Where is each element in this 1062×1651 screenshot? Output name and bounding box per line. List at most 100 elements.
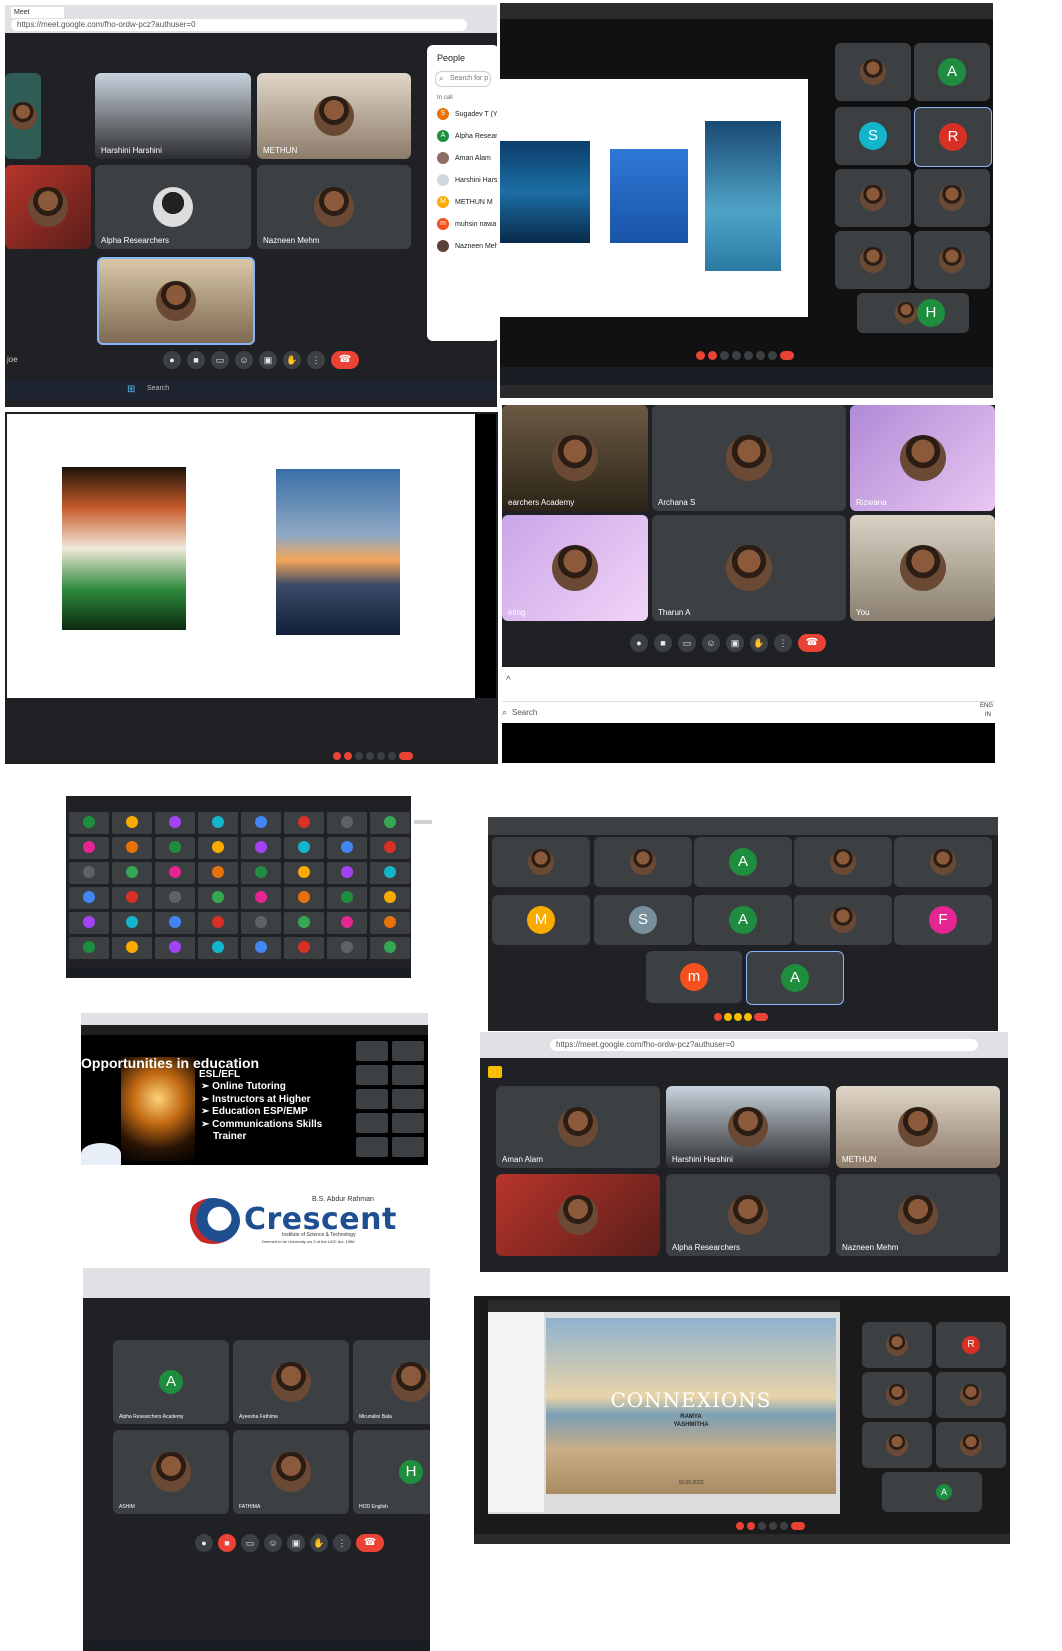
gallery-tile[interactable] bbox=[327, 887, 367, 909]
video-tile[interactable]: A bbox=[694, 895, 792, 945]
gallery-tile[interactable] bbox=[284, 912, 324, 934]
video-tile[interactable]: A bbox=[694, 837, 792, 887]
video-tile[interactable] bbox=[496, 1174, 660, 1256]
gallery-tile[interactable] bbox=[112, 912, 152, 934]
gallery-tile[interactable] bbox=[155, 837, 195, 859]
video-tile[interactable]: Alpha Researchers bbox=[666, 1174, 830, 1256]
gallery-tile[interactable] bbox=[370, 887, 410, 909]
gallery-tile[interactable] bbox=[112, 837, 152, 859]
video-tile[interactable]: Alpha Researchers bbox=[95, 165, 251, 249]
gallery-tile[interactable] bbox=[284, 837, 324, 859]
gallery-tile[interactable] bbox=[241, 862, 281, 884]
gallery-tile[interactable] bbox=[69, 912, 109, 934]
gallery-tile[interactable] bbox=[112, 937, 152, 959]
gallery-tile[interactable] bbox=[370, 912, 410, 934]
video-tile[interactable] bbox=[835, 43, 911, 101]
gallery-tile[interactable] bbox=[241, 812, 281, 834]
address-bar[interactable]: https://meet.google.com/fho-ordw-pcz?aut… bbox=[550, 1039, 978, 1051]
video-tile[interactable] bbox=[794, 895, 892, 945]
end-call-button[interactable]: ☎ bbox=[356, 1534, 384, 1552]
video-tile[interactable]: Aman Alam bbox=[496, 1086, 660, 1168]
gallery-tile[interactable] bbox=[241, 887, 281, 909]
video-tile[interactable] bbox=[5, 73, 41, 159]
emoji-icon[interactable]: ☺ bbox=[235, 351, 253, 369]
present-icon[interactable] bbox=[780, 1522, 788, 1530]
video-tile[interactable]: You bbox=[850, 515, 995, 621]
gallery-tile[interactable] bbox=[241, 937, 281, 959]
gallery-tile[interactable] bbox=[155, 887, 195, 909]
emoji-icon[interactable] bbox=[734, 1013, 742, 1021]
mic-icon[interactable] bbox=[696, 351, 705, 360]
participant-tile[interactable] bbox=[356, 1137, 388, 1157]
video-tile[interactable] bbox=[914, 169, 990, 227]
end-call-button[interactable] bbox=[791, 1522, 805, 1530]
hand-icon[interactable] bbox=[756, 351, 765, 360]
gallery-tile[interactable] bbox=[69, 937, 109, 959]
more-icon[interactable] bbox=[768, 351, 777, 360]
video-tile[interactable]: METHUN bbox=[836, 1086, 1000, 1168]
video-tile[interactable] bbox=[862, 1422, 932, 1468]
gallery-tile[interactable] bbox=[198, 937, 238, 959]
emoji-icon[interactable] bbox=[769, 1522, 777, 1530]
people-list-item[interactable]: M METHUN M bbox=[427, 191, 497, 213]
emoji-icon[interactable] bbox=[744, 1013, 752, 1021]
people-list-item[interactable]: A Alpha Resear bbox=[427, 125, 497, 147]
gallery-tile[interactable] bbox=[370, 862, 410, 884]
gallery-tile[interactable] bbox=[69, 837, 109, 859]
gallery-tile[interactable] bbox=[284, 862, 324, 884]
present-icon[interactable]: ▣ bbox=[726, 634, 744, 652]
gallery-tile[interactable] bbox=[155, 912, 195, 934]
gallery-tile[interactable] bbox=[284, 812, 324, 834]
video-tile[interactable]: A bbox=[914, 43, 990, 101]
hand-icon[interactable]: ✋ bbox=[283, 351, 301, 369]
meet-logo-icon[interactable] bbox=[488, 1066, 502, 1078]
more-icon[interactable] bbox=[388, 752, 396, 760]
taskbar-search[interactable]: Search bbox=[512, 708, 537, 717]
people-search-input[interactable]: ⌕ Search for p bbox=[435, 71, 491, 87]
video-tile[interactable]: Archana S bbox=[652, 405, 846, 511]
video-tile[interactable]: Nazneen Mehm bbox=[257, 165, 411, 249]
end-call-button[interactable] bbox=[399, 752, 413, 760]
video-tile[interactable]: Harshini Harshini bbox=[666, 1086, 830, 1168]
gallery-tile[interactable] bbox=[198, 862, 238, 884]
video-tile[interactable] bbox=[5, 165, 91, 249]
search-icon[interactable]: ⌕ bbox=[502, 707, 507, 718]
captions-icon[interactable] bbox=[355, 752, 363, 760]
address-bar[interactable]: https://meet.google.com/fho-ordw-pcz?aut… bbox=[11, 19, 467, 31]
video-tile[interactable] bbox=[594, 837, 692, 887]
participant-tile[interactable] bbox=[392, 1041, 424, 1061]
video-tile[interactable]: eting bbox=[502, 515, 648, 621]
gallery-tile[interactable] bbox=[284, 937, 324, 959]
video-tile[interactable] bbox=[894, 837, 992, 887]
gallery-tile[interactable] bbox=[112, 887, 152, 909]
gallery-tile[interactable] bbox=[198, 812, 238, 834]
hand-icon[interactable]: ✋ bbox=[310, 1534, 328, 1552]
gallery-tile[interactable] bbox=[198, 912, 238, 934]
language-indicator[interactable]: ENG bbox=[980, 703, 993, 709]
participant-tile[interactable] bbox=[356, 1065, 388, 1085]
video-tile[interactable] bbox=[97, 257, 255, 345]
emoji-icon[interactable] bbox=[724, 1013, 732, 1021]
more-icon[interactable]: ⋮ bbox=[333, 1534, 351, 1552]
gallery-tile[interactable] bbox=[112, 812, 152, 834]
gallery-tile[interactable] bbox=[69, 887, 109, 909]
gallery-tile[interactable] bbox=[327, 937, 367, 959]
heart-icon[interactable] bbox=[714, 1013, 722, 1021]
video-tile[interactable]: H bbox=[857, 293, 969, 333]
video-tile[interactable]: Ayeesha Fathima bbox=[233, 1340, 349, 1424]
gallery-tile[interactable] bbox=[327, 837, 367, 859]
emoji-icon[interactable] bbox=[366, 752, 374, 760]
gallery-tile[interactable] bbox=[112, 862, 152, 884]
gallery-tile[interactable] bbox=[241, 912, 281, 934]
gallery-tile[interactable] bbox=[327, 912, 367, 934]
more-icon[interactable]: ⋮ bbox=[774, 634, 792, 652]
gallery-tile[interactable] bbox=[370, 937, 410, 959]
participant-tile[interactable] bbox=[356, 1041, 388, 1061]
mic-icon[interactable]: ● bbox=[195, 1534, 213, 1552]
video-tile[interactable]: Tharun A bbox=[652, 515, 846, 621]
camera-icon[interactable] bbox=[344, 752, 352, 760]
people-list-item[interactable]: m muhsin nawa bbox=[427, 213, 497, 235]
participant-tile[interactable] bbox=[392, 1137, 424, 1157]
gallery-tile[interactable] bbox=[155, 812, 195, 834]
captions-icon[interactable]: ▭ bbox=[241, 1534, 259, 1552]
